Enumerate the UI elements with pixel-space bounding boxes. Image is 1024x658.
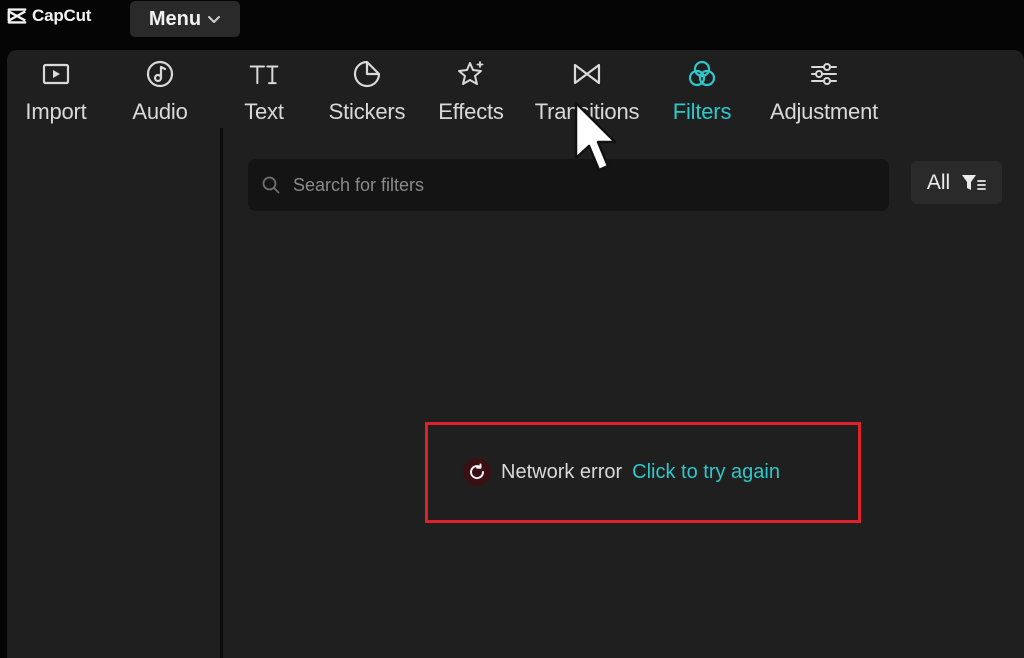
capcut-logo-icon [7,8,27,24]
search-icon [262,176,280,194]
tab-label: Effects [438,99,504,124]
tab-label: Filters [672,99,732,124]
mouse-pointer-icon [574,101,617,172]
search-input[interactable] [293,174,853,196]
network-error-message: Network error Click to try again [463,458,780,486]
tab-effects[interactable]: Effects [434,56,508,126]
app-name: CapCut [32,6,92,25]
media-panel: Import Audio Text Stickers Effects Trans… [7,50,1024,658]
text-icon [249,65,279,85]
refresh-icon [470,463,485,480]
category-sidebar [7,128,223,658]
asset-toolbar: Import Audio Text Stickers Effects Trans… [7,50,1024,128]
filter-funnel-icon [962,174,987,190]
tab-text[interactable]: Text [235,56,293,126]
tab-label: Text [244,99,284,124]
sticker-icon [353,60,381,88]
audio-icon [146,60,174,88]
adjustment-icon [811,63,837,85]
chevron-down-icon [208,16,221,23]
transitions-icon [573,63,601,85]
retry-link[interactable]: Click to try again [632,461,780,484]
tab-import[interactable]: Import [18,56,94,126]
capcut-app: CapCut Menu Import Audio Text Stickers E… [0,0,1024,658]
error-text: Network error [501,460,623,483]
tab-filters[interactable]: Filters [669,56,735,126]
tab-label: Import [25,99,87,124]
filter-all-label: All [926,170,951,194]
filters-content: All Network error Click to try again [226,128,1024,658]
refresh-spinner [463,458,491,486]
capcut-logo: CapCut [6,4,91,28]
effects-icon [458,61,484,85]
search-box[interactable] [248,159,889,211]
tab-label: Audio [132,99,188,124]
tab-stickers[interactable]: Stickers [325,56,409,126]
filters-icon [688,60,716,87]
tab-adjustment[interactable]: Adjustment [762,56,886,126]
menu-label: Menu [148,7,202,30]
menu-button[interactable]: Menu [130,1,240,37]
tab-audio[interactable]: Audio [125,56,195,126]
tab-label: Stickers [328,99,406,124]
tab-label: Adjustment [769,99,879,124]
title-bar: CapCut Menu [0,0,1024,40]
import-icon [42,63,70,85]
filter-all-button[interactable]: All [911,161,1002,204]
